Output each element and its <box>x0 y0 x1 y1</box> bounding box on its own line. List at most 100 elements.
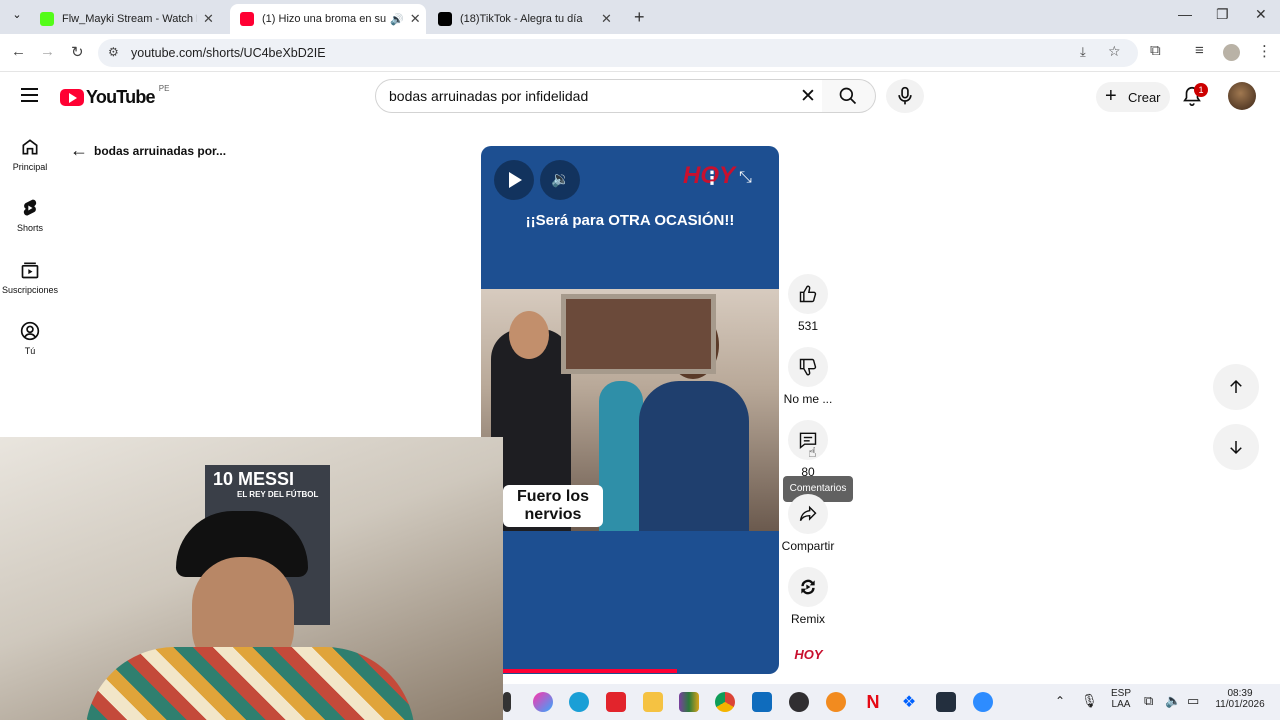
back-to-search-link[interactable]: ← bodas arruinadas por... <box>70 140 226 161</box>
country-code: PE <box>158 83 170 93</box>
account-avatar[interactable] <box>1228 82 1256 110</box>
previous-short-button[interactable] <box>1213 364 1259 410</box>
microphone-tray-icon[interactable]: 🎙 <box>1081 693 1098 709</box>
show-hidden-icons[interactable]: ⌃ <box>1055 694 1065 708</box>
close-tab-icon[interactable]: ✕ <box>203 11 214 27</box>
outlook-icon[interactable] <box>752 692 772 712</box>
like-button[interactable]: 531 <box>772 274 844 333</box>
obs-icon[interactable] <box>789 692 809 712</box>
sidebar-label: Principal <box>12 162 48 172</box>
shorts-icon <box>23 199 37 216</box>
close-window-button[interactable]: ✕ <box>1255 6 1267 23</box>
install-app-icon[interactable]: ⤓ <box>1080 44 1086 60</box>
sidebar-item-you[interactable]: Tú <box>0 321 60 356</box>
profile-avatar[interactable] <box>1223 44 1240 61</box>
maximize-button[interactable]: ❐ <box>1216 6 1229 23</box>
search-box[interactable]: bodas arruinadas por infidelidad ✕ <box>375 79 823 113</box>
thumbs-up-icon <box>799 285 817 303</box>
you-icon <box>20 321 40 341</box>
url-text[interactable]: youtube.com/shorts/UC4beXbD2IE <box>131 46 326 60</box>
tab-tiktok[interactable]: (18)TikTok - Alegra tu día ✕ <box>428 4 624 34</box>
tiktok-favicon-icon <box>438 12 452 26</box>
guest-figure <box>599 381 643 531</box>
voice-search-button[interactable] <box>886 79 924 113</box>
sidebar-item-shorts[interactable]: Shorts <box>0 198 60 233</box>
search-button[interactable] <box>822 79 876 113</box>
tab-youtube[interactable]: (1) Hizo una broma en su casamiento 🔊 ✕ <box>230 4 426 34</box>
volume-button[interactable]: 🔉 <box>540 160 580 200</box>
taskbar-app-icon[interactable] <box>503 692 511 712</box>
clock[interactable]: 08:39 11/01/2026 <box>1209 688 1271 710</box>
more-options-icon[interactable]: ⋮ <box>703 168 721 189</box>
browser-toolbar: ← → ↻ ⚙ youtube.com/shorts/UC4beXbD2IE ⤓… <box>0 34 1280 72</box>
dislike-button[interactable]: No me ... <box>772 347 844 406</box>
back-arrow-icon: ← <box>70 140 88 160</box>
play-icon <box>509 172 522 188</box>
search-input[interactable]: bodas arruinadas por infidelidad <box>389 88 588 104</box>
sidebar-item-subscriptions[interactable]: Suscripciones <box>0 260 60 295</box>
extensions-icon[interactable]: ⧉ <box>1150 42 1161 59</box>
thumbs-down-icon <box>799 358 817 376</box>
create-button[interactable]: + Crear <box>1096 82 1170 112</box>
channel-avatar[interactable]: HOY <box>790 642 827 668</box>
tab-title: Flw_Mayki Stream - Watch Live <box>62 13 197 25</box>
forward-arrow-icon[interactable]: → <box>40 43 55 60</box>
battery-icon[interactable]: ▭ <box>1187 693 1199 709</box>
winrar-icon[interactable] <box>679 692 699 712</box>
network-icon[interactable]: ⧉ <box>1144 693 1153 709</box>
dropbox-icon[interactable]: ❖ <box>899 692 919 712</box>
copilot-icon[interactable] <box>533 692 553 712</box>
sidebar-item-home[interactable]: Principal <box>0 137 60 172</box>
anydesk-icon[interactable] <box>606 692 626 712</box>
dislike-label: No me ... <box>783 392 833 406</box>
youtube-logo[interactable]: YouTube PE <box>60 83 170 108</box>
new-tab-button[interactable]: + <box>634 7 645 28</box>
browser-menu-icon[interactable]: ⋮ <box>1257 42 1272 60</box>
clear-search-icon[interactable]: ✕ <box>800 85 816 108</box>
fullscreen-icon[interactable]: ⤡ <box>739 169 752 187</box>
groom-head <box>509 311 549 359</box>
sidebar-label: Suscripciones <box>1 285 59 295</box>
tab-title: (18)TikTok - Alegra tu día <box>460 13 583 25</box>
youtube-header: YouTube PE bodas arruinadas por infideli… <box>0 72 1280 122</box>
media-control-icon[interactable]: ≡ <box>1195 42 1204 59</box>
next-short-button[interactable] <box>1213 424 1259 470</box>
minimize-button[interactable]: — <box>1178 6 1192 22</box>
zoom-icon[interactable] <box>973 692 993 712</box>
amazon-icon[interactable] <box>936 692 956 712</box>
fl-studio-icon[interactable] <box>826 692 846 712</box>
bookmark-star-icon[interactable]: ☆ <box>1108 43 1121 60</box>
play-button[interactable] <box>494 160 534 200</box>
hamburger-menu-icon[interactable] <box>21 88 38 102</box>
notifications-button[interactable]: 1 <box>1181 83 1208 111</box>
shorts-video-player[interactable]: 🔉 HOY ⋮ ⤡ ¡¡Será para OTRA OCASIÓN!! Fue… <box>481 146 779 674</box>
plus-icon: + <box>1105 85 1117 107</box>
subscriptions-icon <box>21 262 39 279</box>
tab-kick[interactable]: Flw_Mayki Stream - Watch Live ✕ <box>30 4 226 34</box>
address-bar[interactable]: ⚙ youtube.com/shorts/UC4beXbD2IE ⤓ ☆ <box>98 39 1138 67</box>
remix-button[interactable]: Remix <box>772 567 844 626</box>
bride-figure <box>639 381 749 531</box>
share-button[interactable]: Compartir <box>772 494 844 553</box>
audio-playing-icon[interactable]: 🔊 <box>390 13 404 26</box>
netflix-icon[interactable]: N <box>863 692 883 712</box>
site-info-icon[interactable]: ⚙ <box>108 45 119 59</box>
reload-icon[interactable]: ↻ <box>71 43 84 61</box>
tab-search-button[interactable]: ⌄ <box>8 8 26 26</box>
close-tab-icon[interactable]: ✕ <box>410 11 421 27</box>
back-arrow-icon[interactable]: ← <box>11 43 26 60</box>
microphone-icon <box>898 86 912 105</box>
video-progress-bar[interactable] <box>501 669 677 673</box>
share-icon <box>799 505 817 522</box>
keyboard-layout: LAA <box>1111 699 1131 710</box>
chrome-icon[interactable] <box>715 692 735 712</box>
file-explorer-icon[interactable] <box>643 692 663 712</box>
language-indicator[interactable]: ESP LAA <box>1106 688 1136 710</box>
webcam-overlay: 10 MESSI EL REY DEL FÚTBOL <box>0 437 503 720</box>
edge-icon[interactable] <box>569 692 589 712</box>
create-label: Crear <box>1128 90 1161 105</box>
volume-tray-icon[interactable]: 🔈 <box>1165 693 1181 709</box>
arrow-down-icon <box>1230 441 1242 455</box>
youtube-favicon-icon <box>240 12 254 26</box>
close-tab-icon[interactable]: ✕ <box>601 11 612 27</box>
